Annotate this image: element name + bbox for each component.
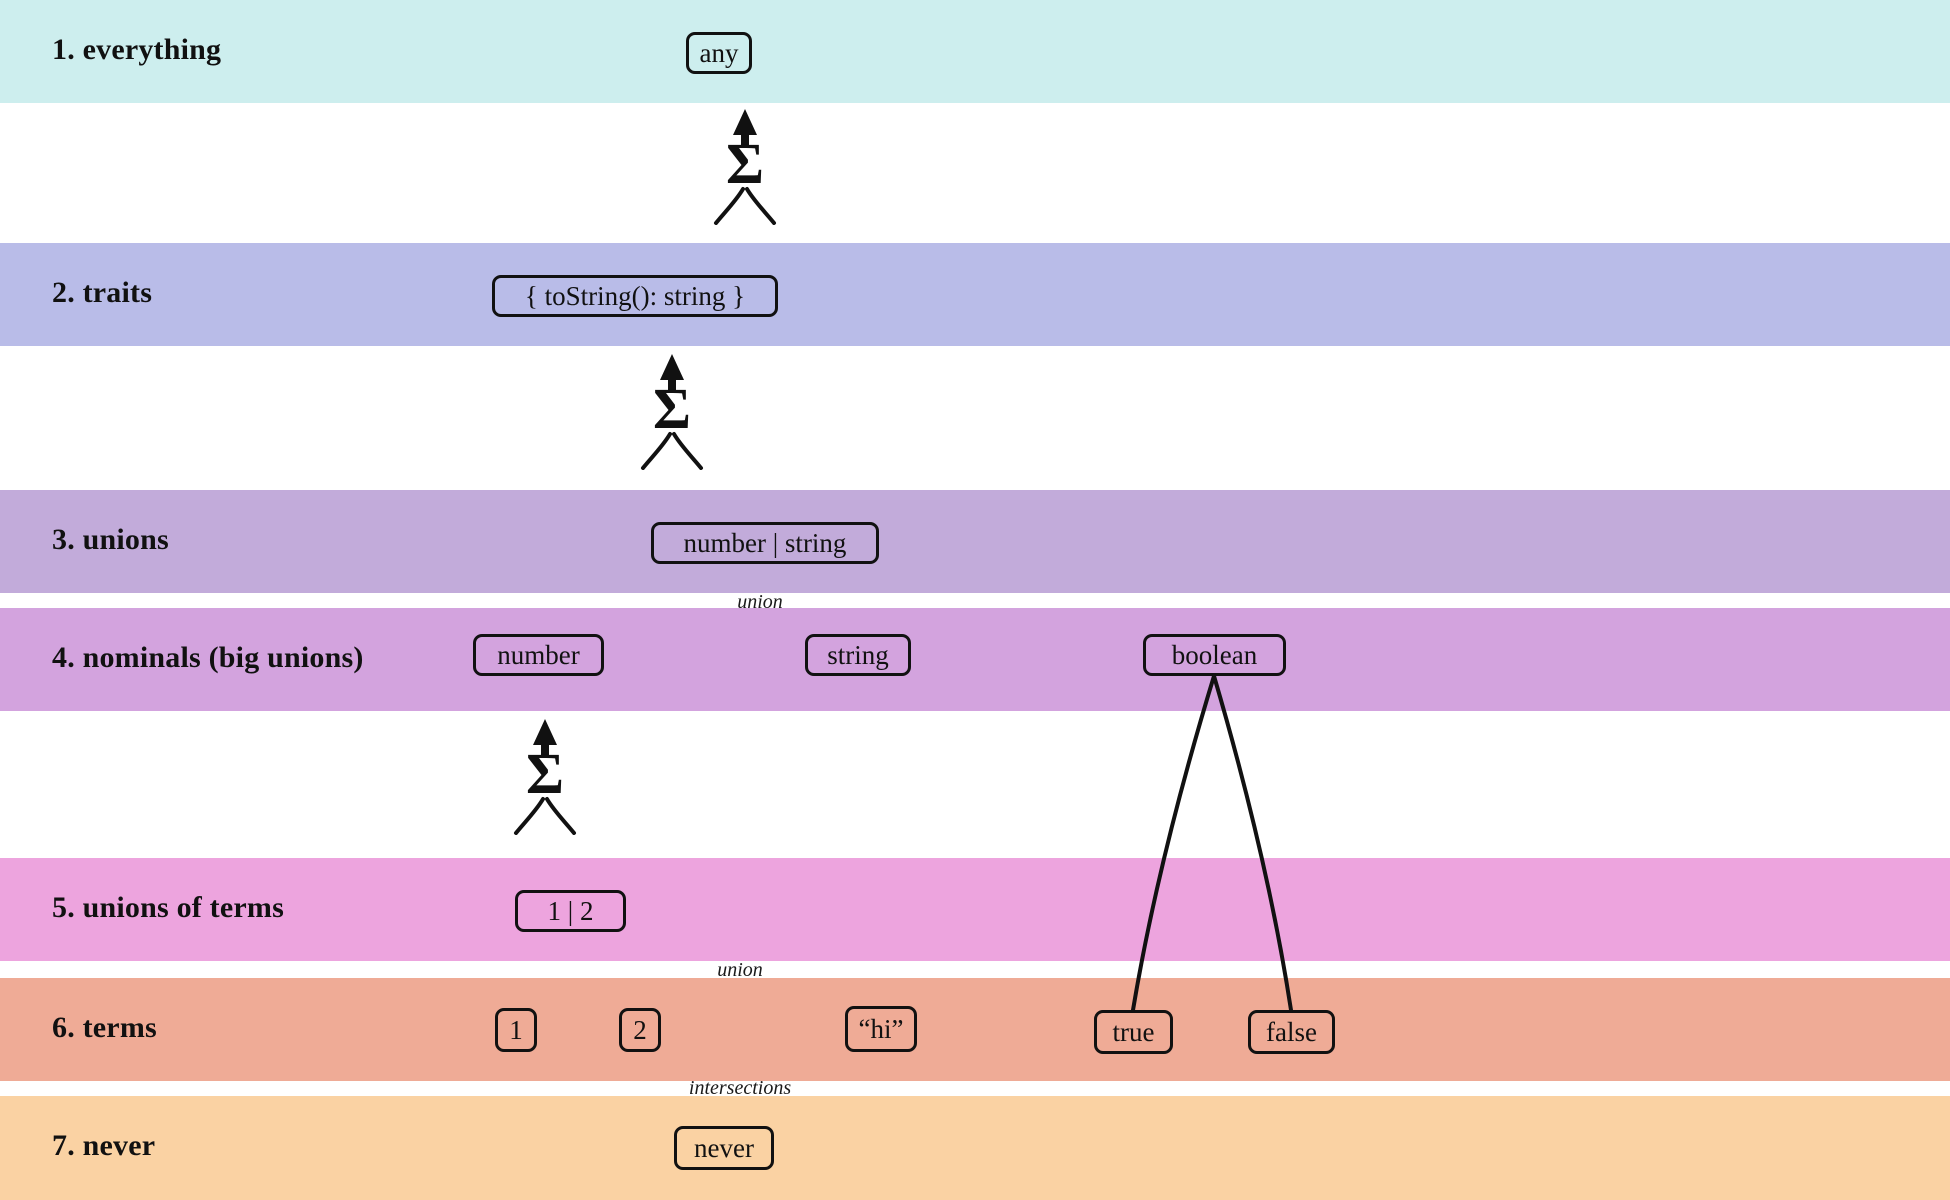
band-unions [0, 490, 1950, 593]
svg-text:Σ: Σ [653, 376, 691, 441]
svg-text:Σ: Σ [726, 131, 764, 196]
svg-text:Σ: Σ [526, 741, 564, 806]
node-number[interactable]: number [473, 634, 604, 676]
node-never[interactable]: never [674, 1126, 774, 1170]
node-term-false[interactable]: false [1248, 1010, 1335, 1054]
band-everything [0, 0, 1950, 103]
edge-label-union-terms: union [717, 959, 763, 981]
band-label-terms: 6. terms [52, 1010, 157, 1044]
band-label-never: 7. never [52, 1129, 156, 1162]
band-label-unions-of-terms: 5. unions of terms [52, 890, 284, 924]
edge-label-union-nominals: union [737, 591, 783, 613]
node-one-or-two[interactable]: 1 | 2 [515, 890, 626, 932]
band-label-everything: 1. everything [52, 32, 222, 66]
node-term-two[interactable]: 2 [619, 1008, 661, 1052]
band-label-nominals: 4. nominals (big unions) [52, 640, 364, 674]
node-string[interactable]: string [805, 634, 911, 676]
sigma-any-to-traits-icon: Σ [700, 105, 790, 225]
node-term-one[interactable]: 1 [495, 1008, 537, 1052]
diagram-canvas: 1. everything any 2. traits { toString(): s… [0, 0, 1950, 1200]
sigma-nominals-to-unions-of-terms-icon: Σ [500, 715, 590, 835]
band-traits [0, 243, 1950, 346]
node-boolean[interactable]: boolean [1143, 634, 1286, 676]
band-unions-of-terms [0, 858, 1950, 961]
node-tostring-trait[interactable]: { toString(): string } [492, 275, 778, 317]
node-number-or-string[interactable]: number | string [651, 522, 879, 564]
band-never [0, 1096, 1950, 1200]
node-term-hi[interactable]: “hi” [845, 1006, 917, 1052]
sigma-traits-to-unions-icon: Σ [627, 350, 717, 470]
edge-label-intersections: intersections [688, 1077, 792, 1099]
band-label-unions: 3. unions [52, 522, 169, 556]
band-label-traits: 2. traits [52, 275, 153, 309]
node-term-true[interactable]: true [1094, 1010, 1173, 1054]
band-terms [0, 978, 1950, 1081]
node-any[interactable]: any [686, 32, 752, 74]
